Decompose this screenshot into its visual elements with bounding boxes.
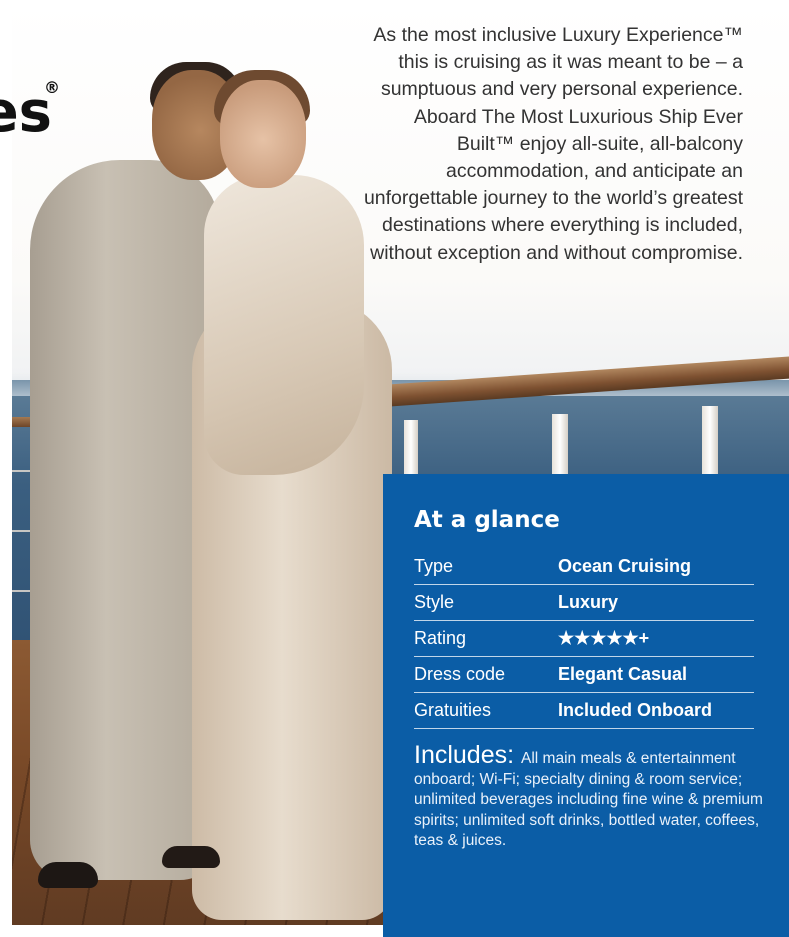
- glance-row-type: Type Ocean Cruising: [414, 549, 754, 585]
- glance-label: Type: [414, 556, 454, 576]
- includes-section: Includes: All main meals & entertainment…: [414, 743, 764, 852]
- man-shoe: [162, 846, 220, 868]
- railing-post: [702, 406, 718, 476]
- glance-label: Style: [414, 592, 455, 612]
- registered-mark: ®: [44, 78, 60, 97]
- glance-value: Luxury: [558, 592, 619, 612]
- glance-label: Dress code: [414, 664, 506, 684]
- glance-value: Included Onboard: [558, 700, 713, 720]
- intro-text: As the most inclusive Luxury Experience™…: [363, 24, 743, 264]
- glance-value: Ocean Cruising: [558, 556, 692, 576]
- railing-post: [552, 414, 568, 474]
- woman-scarf: [204, 175, 364, 475]
- railing-post: [404, 420, 418, 480]
- glance-row-dress-code: Dress code Elegant Casual: [414, 657, 754, 693]
- brand-heading-fragment: es ®: [0, 78, 60, 148]
- woman-head: [220, 80, 306, 188]
- glance-label: Rating: [414, 628, 467, 648]
- man-shoe: [38, 862, 98, 888]
- glance-row-rating: Rating ★★★★★+: [414, 621, 754, 657]
- star-rating: ★★★★★+: [558, 628, 650, 648]
- glance-row-gratuities: Gratuities Included Onboard: [414, 693, 754, 729]
- includes-label: Includes:: [414, 741, 522, 769]
- glance-value: Elegant Casual: [558, 664, 688, 684]
- glance-row-style: Style Luxury: [414, 585, 754, 621]
- glance-label: Gratuities: [414, 700, 492, 720]
- at-a-glance-panel: At a glance Type Ocean Cruising Style Lu…: [383, 474, 789, 937]
- panel-title: At a glance: [414, 507, 560, 533]
- intro-paragraph: As the most inclusive Luxury Experience™…: [363, 22, 743, 267]
- glance-table: Type Ocean Cruising Style Luxury Rating …: [414, 549, 754, 729]
